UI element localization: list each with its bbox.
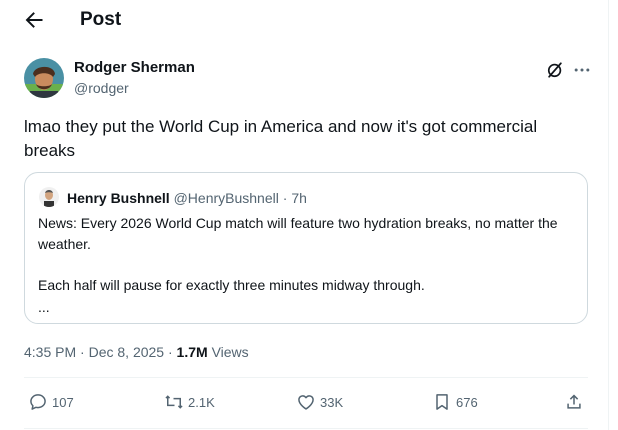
quoted-separator: · (278, 190, 292, 206)
divider (24, 377, 588, 378)
page-title: Post (80, 9, 122, 30)
quoted-line-2: Each half will pause for exactly three m… (38, 277, 425, 293)
author-name[interactable]: Rodger Sherman (74, 59, 195, 77)
quoted-header: Henry Bushnell @HenryBushnell · 7h (67, 189, 307, 207)
reply-icon (30, 394, 46, 410)
quoted-ellipsis: ... (38, 299, 50, 315)
post-time[interactable]: 4:35 PM (24, 344, 76, 360)
meta-separator: · (164, 344, 177, 360)
repost-button[interactable]: 2.1K (164, 392, 215, 412)
quoted-author-name: Henry Bushnell (67, 190, 170, 206)
author-handle[interactable]: @rodger (74, 79, 129, 97)
like-button[interactable]: 33K (296, 392, 343, 412)
share-icon (567, 394, 581, 409)
post-text: lmao they put the World Cup in America a… (24, 117, 538, 160)
bookmark-button[interactable]: 676 (432, 392, 478, 412)
more-icon[interactable] (572, 60, 592, 80)
back-arrow-icon[interactable] (22, 8, 46, 32)
reply-count: 107 (52, 394, 74, 410)
post-date[interactable]: Dec 8, 2025 (89, 344, 165, 360)
meta-separator: · (76, 344, 89, 360)
quoted-author-handle: @HenryBushnell (173, 190, 279, 206)
like-count: 33K (320, 394, 344, 410)
quoted-post[interactable]: Henry Bushnell @HenryBushnell · 7h News:… (24, 172, 588, 324)
avatar[interactable] (24, 58, 64, 98)
divider (24, 428, 588, 429)
views-count: 1.7M (176, 344, 208, 360)
post-meta: 4:35 PM · Dec 8, 2025 · 1.7M Views (24, 343, 249, 361)
quoted-line-1: News: Every 2026 World Cup match will fe… (38, 215, 558, 252)
repost-icon (165, 395, 183, 409)
quoted-time: 7h (291, 190, 307, 206)
bookmark-count: 676 (456, 394, 478, 410)
quoted-avatar (39, 187, 59, 207)
post-page: Post Rodger Sherman @rodger lmao they pu… (0, 0, 609, 430)
repost-count: 2.1K (188, 394, 215, 410)
reply-button[interactable]: 107 (28, 392, 74, 412)
action-bar: 107 2.1K 33K 676 (24, 380, 588, 424)
share-button[interactable] (564, 392, 588, 412)
quoted-text: News: Every 2026 World Cup match will fe… (38, 213, 568, 316)
bookmark-icon (436, 394, 448, 410)
header: Post (0, 0, 608, 40)
like-icon (298, 395, 314, 410)
grok-icon[interactable] (545, 60, 565, 80)
views-label: Views (211, 344, 249, 360)
